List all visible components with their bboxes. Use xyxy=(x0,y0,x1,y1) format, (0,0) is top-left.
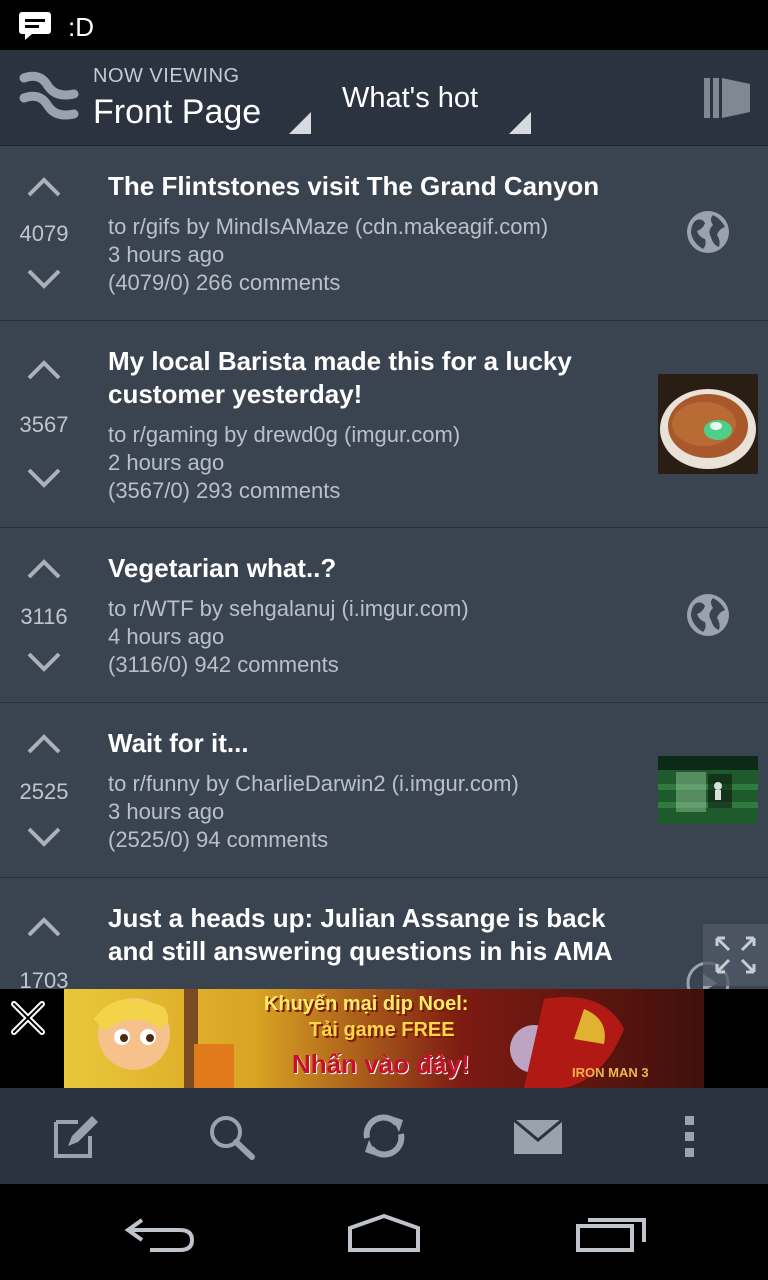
score: 3567 xyxy=(19,412,69,437)
post-age: 3 hours ago xyxy=(108,242,225,267)
recent-apps-icon[interactable] xyxy=(572,1210,652,1256)
post-title[interactable]: Wait for it... xyxy=(108,727,643,760)
score: 1703 xyxy=(19,968,69,989)
post-title[interactable]: Vegetarian what..? xyxy=(108,552,643,585)
vote-column: 2525 xyxy=(0,703,88,878)
post-item[interactable]: 4079 The Flintstones visit The Grand Can… xyxy=(0,146,768,321)
ad-headline: Khuyến mại dịp Noel: xyxy=(264,993,469,1015)
post-stats: (2525/0) 94 comments xyxy=(108,827,329,852)
post-title[interactable]: The Flintstones visit The Grand Canyon xyxy=(108,170,643,203)
score: 3116 xyxy=(20,604,68,629)
sort-label: What's hot xyxy=(342,82,479,114)
upvote-icon[interactable] xyxy=(26,733,62,755)
post-feed[interactable]: 4079 The Flintstones visit The Grand Can… xyxy=(0,146,768,989)
post-item[interactable]: 3567 My local Barista made this for a lu… xyxy=(0,321,768,528)
post-byline: to r/gifs by MindIsAMaze (cdn.makeagif.c… xyxy=(108,214,549,239)
globe-icon[interactable] xyxy=(685,209,731,255)
post-age: 2 hours ago xyxy=(108,450,225,475)
sidebar-icon[interactable] xyxy=(702,74,752,124)
expand-ad-button[interactable] xyxy=(703,924,768,986)
dropdown-caret-icon xyxy=(509,112,531,134)
coffee-latte-art xyxy=(658,374,758,474)
soccer-game-screenshot xyxy=(658,756,758,824)
subreddit-title: Front Page xyxy=(93,93,262,131)
downvote-icon[interactable] xyxy=(26,651,62,673)
upvote-icon[interactable] xyxy=(26,558,62,580)
score: 2525 xyxy=(19,779,69,804)
upvote-icon[interactable] xyxy=(26,176,62,198)
ad-banner[interactable]: Khuyến mại dịp Noel: Tải game FREE Nhấn … xyxy=(64,989,704,1088)
vote-column: 3567 xyxy=(0,321,88,528)
ad-subheadline: Tải game FREE xyxy=(309,1019,455,1041)
vote-column: 3116 xyxy=(0,528,88,703)
mail-icon[interactable] xyxy=(512,1112,564,1160)
post-item[interactable]: 1703 Just a heads up: Julian Assange is … xyxy=(0,878,768,989)
score: 4079 xyxy=(19,221,69,246)
coffee-image[interactable] xyxy=(658,374,758,474)
vote-column: 4079 xyxy=(0,146,88,321)
ad-call-to-action: Nhấn vào đây! xyxy=(292,1049,470,1079)
notification-text: :D xyxy=(68,12,94,42)
action-bar: NOW VIEWING Front Page What's hot xyxy=(0,50,768,146)
vote-column: 1703 xyxy=(0,878,88,989)
dropdown-caret-icon xyxy=(289,112,311,134)
refresh-icon[interactable] xyxy=(359,1112,409,1160)
chat-notification-icon xyxy=(19,12,51,40)
post-stats: (3116/0) 942 comments xyxy=(108,652,339,677)
back-icon[interactable] xyxy=(120,1210,200,1256)
upvote-icon[interactable] xyxy=(26,916,62,938)
post-stats: (3567/0) 293 comments xyxy=(108,478,341,503)
post-byline: to r/funny by CharlieDarwin2 (i.imgur.co… xyxy=(108,771,519,796)
expand-icon xyxy=(715,936,756,974)
post-age: 4 hours ago xyxy=(108,624,225,649)
post-item[interactable]: 3116 Vegetarian what..? to r/WTF by sehg… xyxy=(0,528,768,703)
bottom-toolbar xyxy=(0,1088,768,1184)
post-title[interactable]: My local Barista made this for a lucky c… xyxy=(108,345,643,411)
ad-brand: IRON MAN 3 xyxy=(572,1065,649,1080)
post-item[interactable]: 2525 Wait for it... to r/funny by Charli… xyxy=(0,703,768,878)
system-navigation-bar xyxy=(0,1184,768,1280)
now-viewing-label: NOW VIEWING xyxy=(93,65,240,87)
downvote-icon[interactable] xyxy=(26,467,62,489)
home-icon[interactable] xyxy=(344,1210,424,1256)
post-byline: to r/gaming by drewd0g (imgur.com) xyxy=(108,422,461,447)
post-title[interactable]: Just a heads up: Julian Assange is back … xyxy=(108,902,643,968)
compose-icon[interactable] xyxy=(52,1112,102,1160)
post-stats: (4079/0) 266 comments xyxy=(108,270,341,295)
status-bar: :D xyxy=(0,0,768,50)
overflow-menu-icon[interactable] xyxy=(665,1112,715,1160)
post-age: 3 hours ago xyxy=(108,799,225,824)
globe-icon[interactable] xyxy=(685,592,731,638)
search-icon[interactable] xyxy=(206,1112,256,1160)
app-logo-icon[interactable] xyxy=(18,68,80,130)
downvote-icon[interactable] xyxy=(26,268,62,290)
downvote-icon[interactable] xyxy=(26,826,62,848)
upvote-icon[interactable] xyxy=(26,359,62,381)
close-ad-icon[interactable] xyxy=(8,998,48,1038)
post-byline: to r/WTF by sehgalanuj (i.imgur.com) xyxy=(108,596,469,621)
soccer-game-image[interactable] xyxy=(658,756,758,824)
